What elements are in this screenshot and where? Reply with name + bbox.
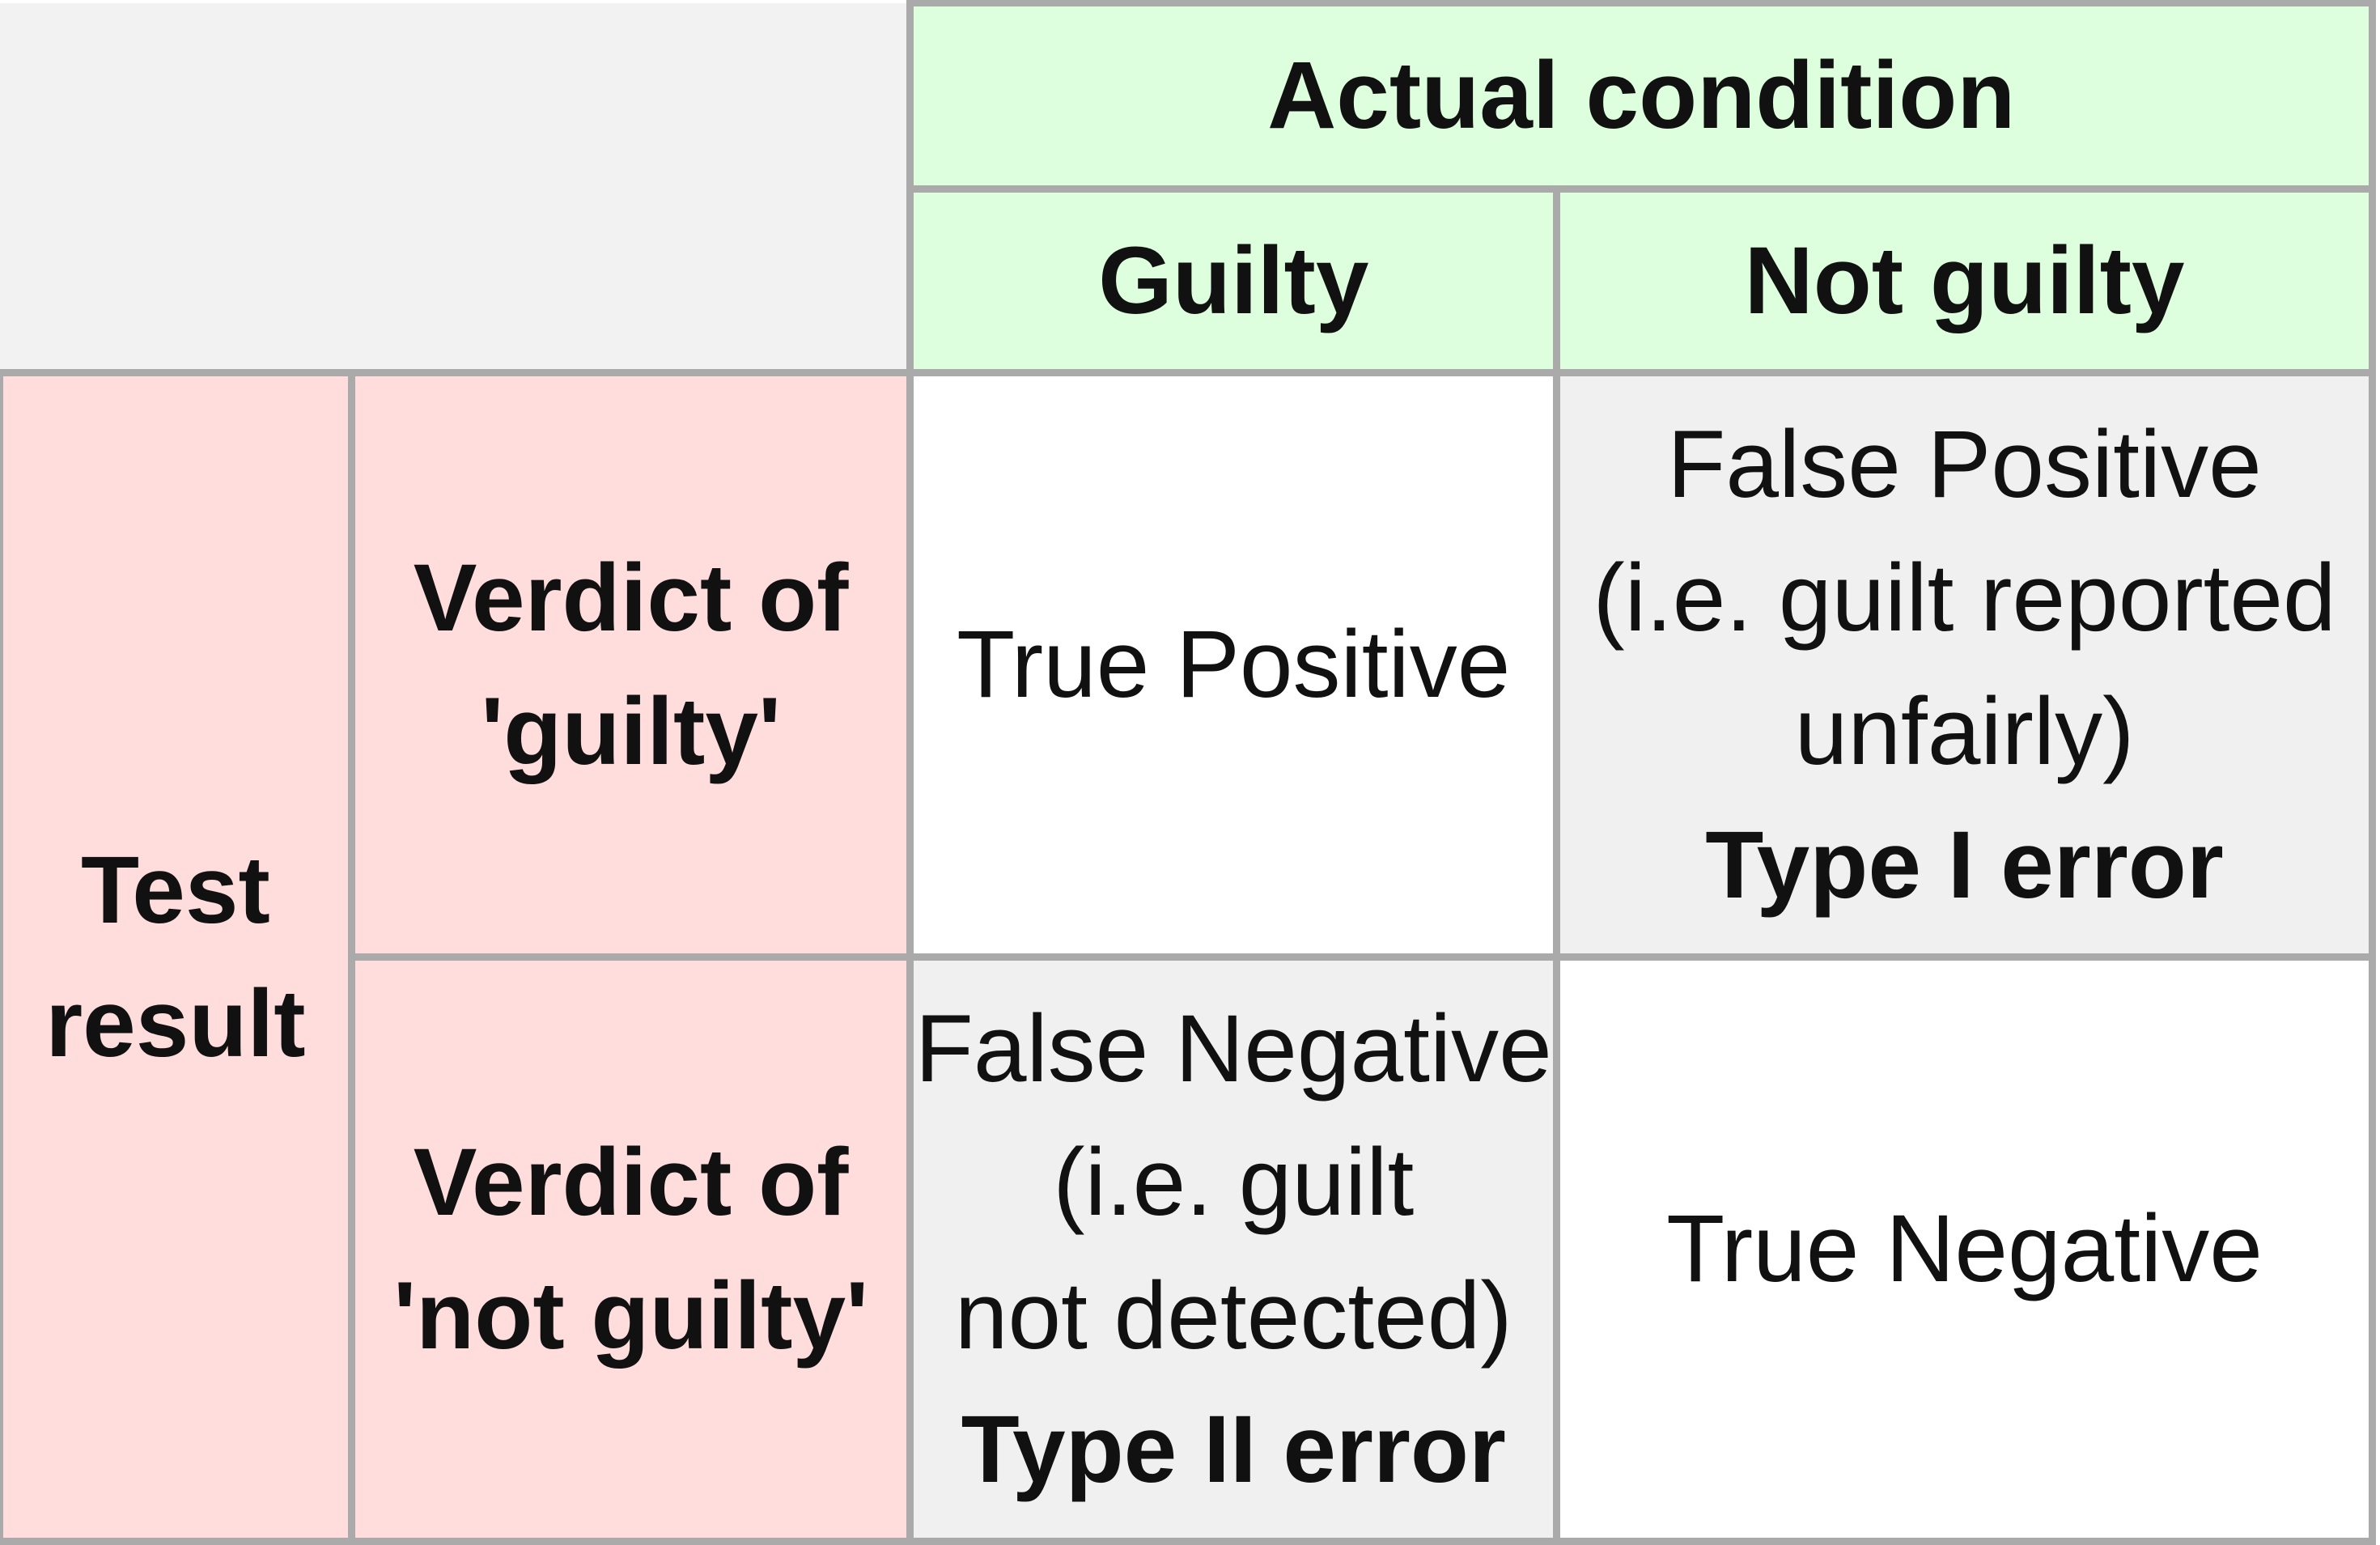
actual-condition-header: Actual condition: [906, 0, 2376, 193]
cell-line: (i.e. guilt reported: [1593, 544, 2336, 652]
confusion-matrix-table: Actual condition Guilty Not guilty Test …: [0, 0, 2376, 1545]
false-negative-cell: False Negative (i.e. guilt not detected)…: [906, 953, 1561, 1545]
row-header-line: 'not guilty': [393, 1262, 869, 1369]
type-i-error-label: Type I error: [1705, 811, 2224, 919]
type-ii-error-label: Type II error: [961, 1395, 1506, 1503]
cell-line: False Negative: [914, 995, 1552, 1102]
true-positive-cell: True Positive: [906, 369, 1561, 961]
false-positive-cell: False Positive (i.e. guilt reported unfa…: [1553, 369, 2376, 961]
column-header-not-guilty: Not guilty: [1553, 185, 2376, 376]
test-result-header: Test result: [0, 369, 355, 1545]
cell-line: (i.e. guilt: [1053, 1128, 1415, 1236]
test-result-line: Test: [80, 836, 270, 944]
row-header-line: 'guilty': [481, 677, 782, 785]
cell-line: unfairly): [1794, 677, 2135, 785]
corner-cell: [0, 2, 914, 376]
row-header-not-guilty: Verdict of 'not guilty': [347, 953, 914, 1545]
cell-line: not detected): [954, 1262, 1512, 1369]
row-header-guilty: Verdict of 'guilty': [347, 369, 914, 961]
row-header-line: Verdict of: [413, 544, 849, 652]
true-negative-cell: True Negative: [1553, 953, 2376, 1545]
test-result-line: result: [45, 970, 306, 1077]
cell-line: False Positive: [1667, 410, 2262, 518]
row-header-line: Verdict of: [413, 1128, 849, 1236]
column-header-guilty: Guilty: [906, 185, 1561, 376]
